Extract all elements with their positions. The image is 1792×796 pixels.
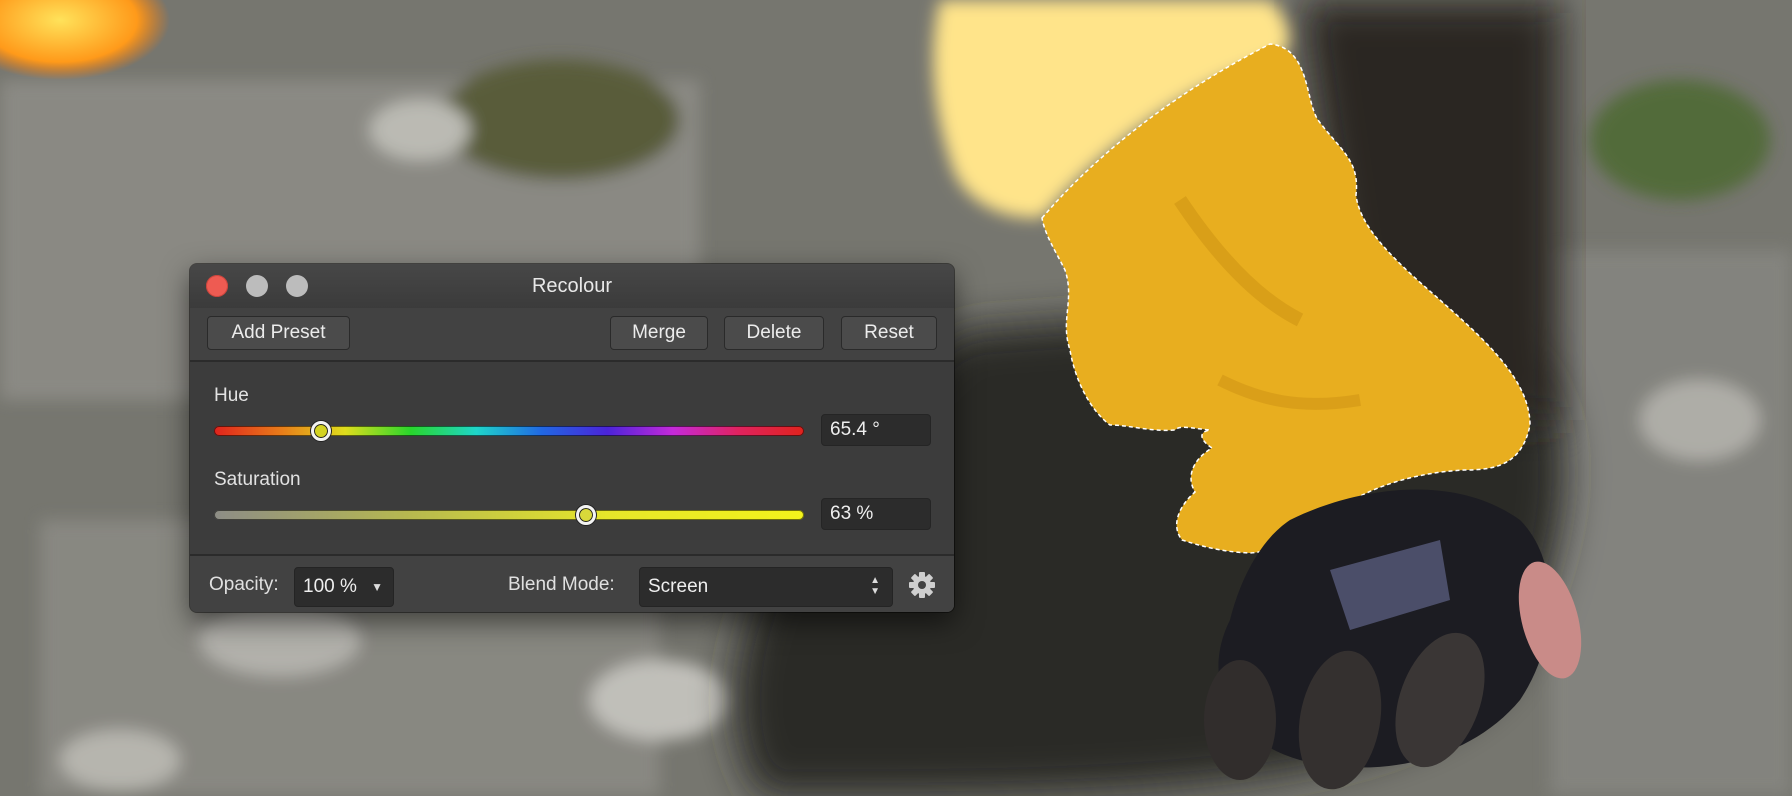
caret-down-icon: ▼ bbox=[371, 580, 383, 594]
saturation-label: Saturation bbox=[214, 469, 301, 490]
panel-title: Recolour bbox=[531, 275, 613, 297]
blend-mode-select[interactable]: Screen ▲ ▼ bbox=[639, 567, 893, 607]
merge-button[interactable]: Merge bbox=[610, 316, 708, 350]
hue-label: Hue bbox=[214, 385, 249, 406]
preset-toolbar: Add Preset Merge Delete Reset bbox=[190, 308, 954, 362]
up-down-arrows-icon: ▲ ▼ bbox=[870, 575, 880, 597]
title-bar[interactable]: Recolour bbox=[190, 264, 954, 308]
panel-footer: Opacity: 100 % ▼ Blend Mode: Screen ▲ ▼ bbox=[190, 554, 954, 612]
opacity-value: 100 % bbox=[303, 576, 357, 597]
gear-icon[interactable] bbox=[907, 570, 937, 600]
delete-button[interactable]: Delete bbox=[724, 316, 824, 350]
saturation-value-field[interactable]: 63 % bbox=[821, 498, 931, 530]
blend-mode-value: Screen bbox=[648, 576, 709, 597]
saturation-slider-handle[interactable] bbox=[575, 505, 596, 525]
add-preset-button[interactable]: Add Preset bbox=[207, 316, 350, 350]
reset-button[interactable]: Reset bbox=[841, 316, 937, 350]
opacity-dropdown[interactable]: 100 % ▼ bbox=[294, 567, 394, 607]
blend-mode-label: Blend Mode: bbox=[508, 574, 615, 595]
hue-value-field[interactable]: 65.4 ° bbox=[821, 414, 931, 446]
saturation-slider[interactable] bbox=[214, 505, 804, 525]
hue-slider[interactable] bbox=[214, 421, 804, 441]
recolour-panel: Recolour Add Preset Merge Delete Reset H… bbox=[190, 264, 954, 612]
opacity-label: Opacity: bbox=[209, 574, 279, 595]
